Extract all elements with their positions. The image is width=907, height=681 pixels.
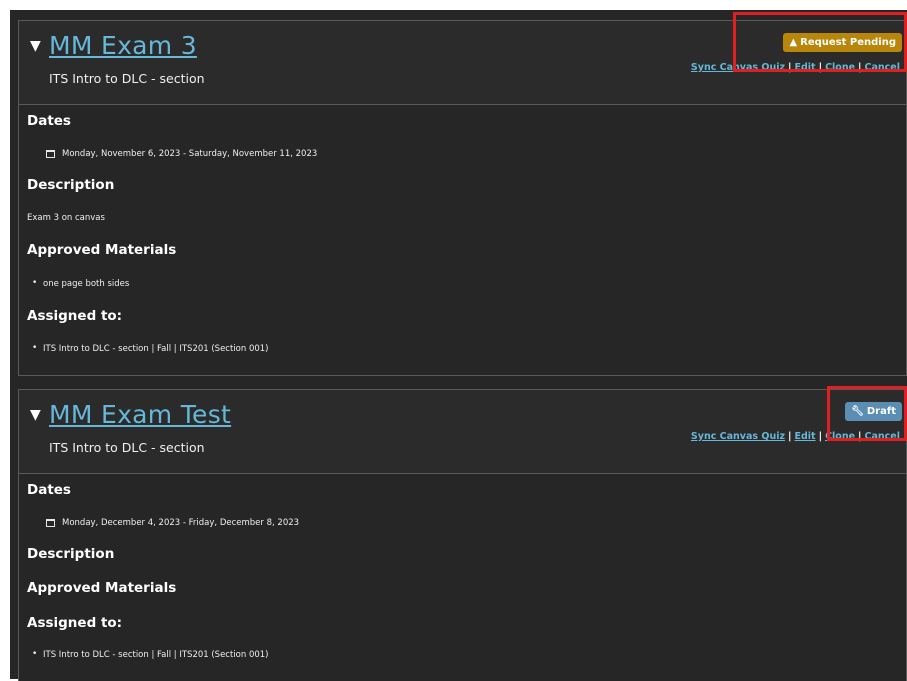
- calendar-icon: [46, 519, 55, 527]
- clone-link[interactable]: Clone: [825, 62, 855, 73]
- sync-canvas-quiz-link[interactable]: Sync Canvas Quiz: [691, 62, 785, 73]
- list-bullet: •: [32, 649, 38, 659]
- exam-title-link[interactable]: MM Exam 3: [49, 31, 197, 60]
- assigned-item: ITS Intro to DLC - section | Fall | ITS2…: [43, 650, 269, 660]
- warning-icon: ▲: [789, 37, 798, 48]
- description-heading: Description: [27, 177, 115, 193]
- assigned-to-heading: Assigned to:: [27, 308, 123, 324]
- collapse-caret-icon[interactable]: ▼: [30, 38, 41, 54]
- dates-heading: Dates: [27, 482, 71, 498]
- clone-link[interactable]: Clone: [825, 431, 855, 442]
- calendar-icon: [46, 150, 55, 158]
- sync-canvas-quiz-link[interactable]: Sync Canvas Quiz: [691, 431, 785, 442]
- exam-header[interactable]: ▼ MM Exam 3 ITS Intro to DLC - section ▲…: [19, 21, 906, 105]
- assigned-to-heading: Assigned to:: [27, 615, 123, 631]
- exam-title-link[interactable]: MM Exam Test: [49, 400, 231, 429]
- exam-header[interactable]: ▼ MM Exam Test ITS Intro to DLC - sectio…: [19, 390, 906, 474]
- date-range: Monday, December 4, 2023 - Friday, Decem…: [62, 518, 300, 528]
- description-text: Exam 3 on canvas: [27, 213, 105, 223]
- edit-link[interactable]: Edit: [794, 62, 815, 73]
- status-badge: ▲ Request Pending: [783, 33, 902, 52]
- exam-course-name: ITS Intro to DLC - section: [49, 71, 205, 86]
- exam-actions: Sync Canvas Quiz | Edit | Clone | Cancel: [690, 62, 900, 73]
- material-item: one page both sides: [43, 279, 130, 289]
- date-range: Monday, November 6, 2023 - Saturday, Nov…: [62, 149, 318, 159]
- assigned-item: ITS Intro to DLC - section | Fall | ITS2…: [43, 344, 269, 354]
- cancel-link[interactable]: Cancel: [865, 431, 900, 442]
- edit-link[interactable]: Edit: [794, 431, 815, 442]
- approved-materials-heading: Approved Materials: [27, 242, 177, 258]
- wrench-icon: 🔧︎: [851, 406, 864, 417]
- collapse-caret-icon[interactable]: ▼: [30, 407, 41, 423]
- description-heading: Description: [27, 546, 115, 562]
- status-badge-label: Request Pending: [800, 37, 896, 48]
- approved-materials-heading: Approved Materials: [27, 580, 177, 596]
- exam-actions: Sync Canvas Quiz | Edit | Clone | Cancel: [690, 431, 900, 442]
- status-badge: 🔧︎ Draft: [845, 402, 902, 421]
- cancel-link[interactable]: Cancel: [865, 62, 900, 73]
- exam-card: ▼ MM Exam Test ITS Intro to DLC - sectio…: [18, 389, 907, 681]
- dates-heading: Dates: [27, 113, 71, 129]
- list-bullet: •: [32, 278, 38, 288]
- list-bullet: •: [32, 343, 38, 353]
- exam-card: ▼ MM Exam 3 ITS Intro to DLC - section ▲…: [18, 20, 907, 376]
- exam-course-name: ITS Intro to DLC - section: [49, 440, 205, 455]
- status-badge-label: Draft: [866, 406, 896, 417]
